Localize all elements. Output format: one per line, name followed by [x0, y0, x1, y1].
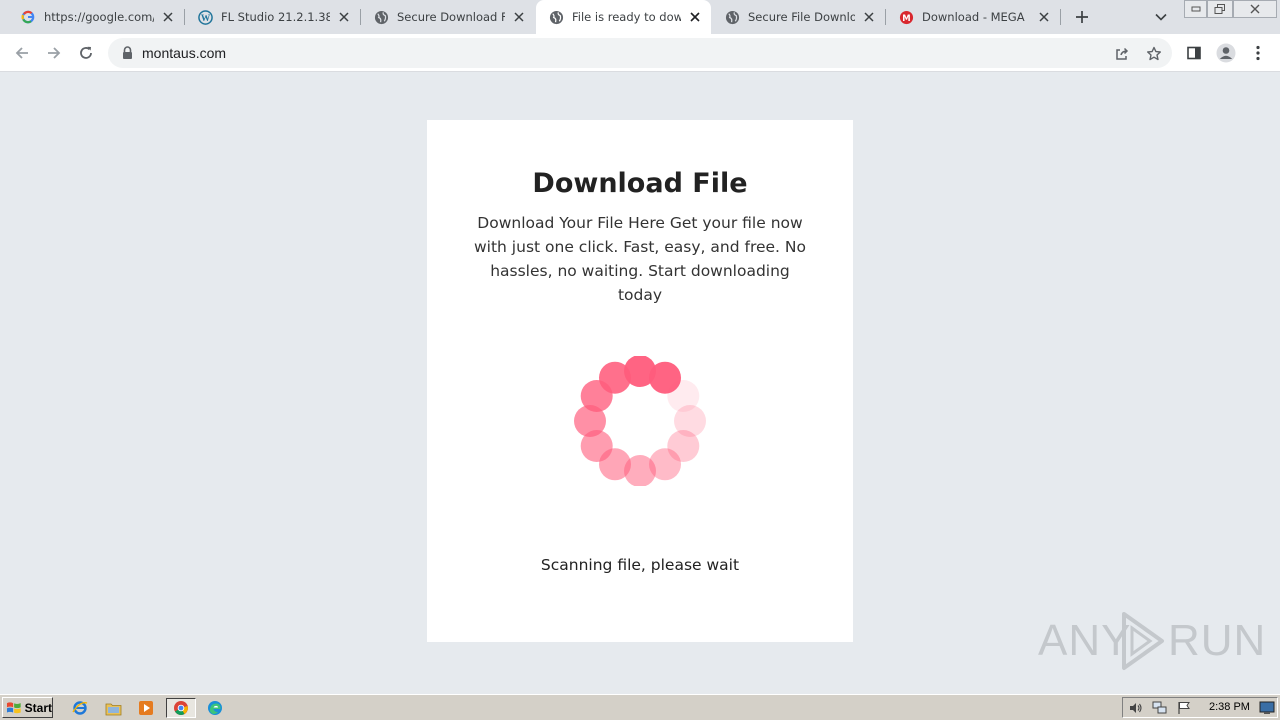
tab-separator [1060, 9, 1061, 25]
tab-mega[interactable]: M Download - MEGA [886, 0, 1060, 34]
tab-strip: https://google.com/ W FL Studio 21.2.1.3… [0, 0, 1280, 34]
anyrun-watermark: ANY RUN [1036, 608, 1265, 674]
wordpress-icon: W [197, 9, 213, 25]
close-icon[interactable] [1036, 9, 1052, 25]
tab-search-button[interactable] [1151, 7, 1171, 27]
lock-icon[interactable] [120, 45, 134, 61]
google-g-icon [20, 9, 36, 25]
tab-file-ready[interactable]: File is ready to download [536, 0, 711, 34]
svg-text:M: M [902, 12, 910, 22]
new-tab-button[interactable] [1072, 7, 1092, 27]
tab-title: Download - MEGA [922, 10, 1025, 24]
loading-spinner [574, 356, 706, 486]
folder-icon[interactable] [103, 698, 123, 718]
network-icon[interactable] [1152, 700, 1168, 716]
menu-button[interactable] [1247, 42, 1269, 64]
arrow-left-icon [15, 47, 28, 59]
system-tray: 2:38 PM [1122, 697, 1278, 718]
start-label: Start [24, 700, 52, 715]
tab-google[interactable]: https://google.com/ [0, 0, 184, 34]
address-bar[interactable]: montaus.com [108, 38, 1172, 68]
tab-fl-studio[interactable]: W FL Studio 21.2.1.3859 Crack [185, 0, 360, 34]
tab-title: FL Studio 21.2.1.3859 Crack [221, 10, 330, 24]
close-icon[interactable] [687, 9, 703, 25]
windows-flag-icon [6, 701, 21, 713]
minimize-icon [1191, 6, 1200, 12]
edge-icon[interactable] [205, 698, 225, 718]
arrow-right-icon [48, 47, 61, 59]
show-desktop-icon[interactable] [1259, 700, 1275, 716]
close-icon [1250, 4, 1260, 14]
watermark-text-right: RUN [1168, 616, 1267, 665]
close-icon[interactable] [511, 9, 527, 25]
scan-status-text: Scanning file, please wait [540, 556, 740, 574]
page-title: Download File [532, 168, 748, 199]
chrome-icon[interactable] [166, 698, 196, 718]
browser-toolbar: montaus.com [0, 34, 1280, 72]
restore-icon [1214, 3, 1225, 14]
star-icon[interactable] [1145, 45, 1163, 63]
spinner-dot [599, 361, 631, 394]
globe-icon [373, 9, 389, 25]
close-icon[interactable] [336, 9, 352, 25]
side-panel-icon [1187, 46, 1201, 60]
ie-icon[interactable] [70, 698, 90, 718]
mega-icon: M [898, 9, 914, 25]
tab-secure-file-download[interactable]: Secure File Download [712, 0, 885, 34]
profile-avatar-icon [1216, 43, 1236, 63]
page-description: Download Your File Here Get your file no… [474, 214, 806, 304]
plus-icon [1076, 11, 1088, 23]
svg-text:W: W [200, 13, 210, 23]
download-card: Download File Download Your File Here Ge… [427, 120, 853, 642]
reload-button[interactable] [74, 41, 98, 65]
back-button[interactable] [10, 41, 34, 65]
tab-title: https://google.com/ [44, 10, 154, 24]
tab-title: File is ready to download [572, 10, 681, 24]
tab-secure-download-file[interactable]: Secure Download File [361, 0, 535, 34]
reload-icon [80, 46, 92, 59]
close-icon[interactable] [861, 9, 877, 25]
media-player-icon[interactable] [136, 698, 156, 718]
volume-icon[interactable] [1128, 700, 1144, 716]
tab-title: Secure File Download [748, 10, 855, 24]
tab-title: Secure Download File [397, 10, 505, 24]
forward-button[interactable] [42, 41, 66, 65]
windows-taskbar: Start 2:38 PM [0, 694, 1280, 720]
profile-button[interactable] [1215, 42, 1237, 64]
globe-icon [548, 9, 564, 25]
restore-button[interactable] [1207, 0, 1233, 18]
address-url[interactable]: montaus.com [142, 45, 226, 61]
side-panel-button[interactable] [1183, 42, 1205, 64]
chevron-down-icon [1155, 13, 1167, 21]
close-icon[interactable] [160, 9, 176, 25]
clock[interactable]: 2:38 PM [1209, 701, 1250, 713]
globe-icon [724, 9, 740, 25]
play-logo-icon [1122, 612, 1164, 670]
close-window-button[interactable] [1233, 0, 1277, 18]
kebab-menu-icon [1256, 45, 1260, 61]
share-icon[interactable] [1113, 45, 1131, 63]
action-center-flag-icon[interactable] [1176, 700, 1192, 716]
start-button[interactable]: Start [2, 697, 53, 718]
minimize-button[interactable] [1184, 0, 1207, 18]
